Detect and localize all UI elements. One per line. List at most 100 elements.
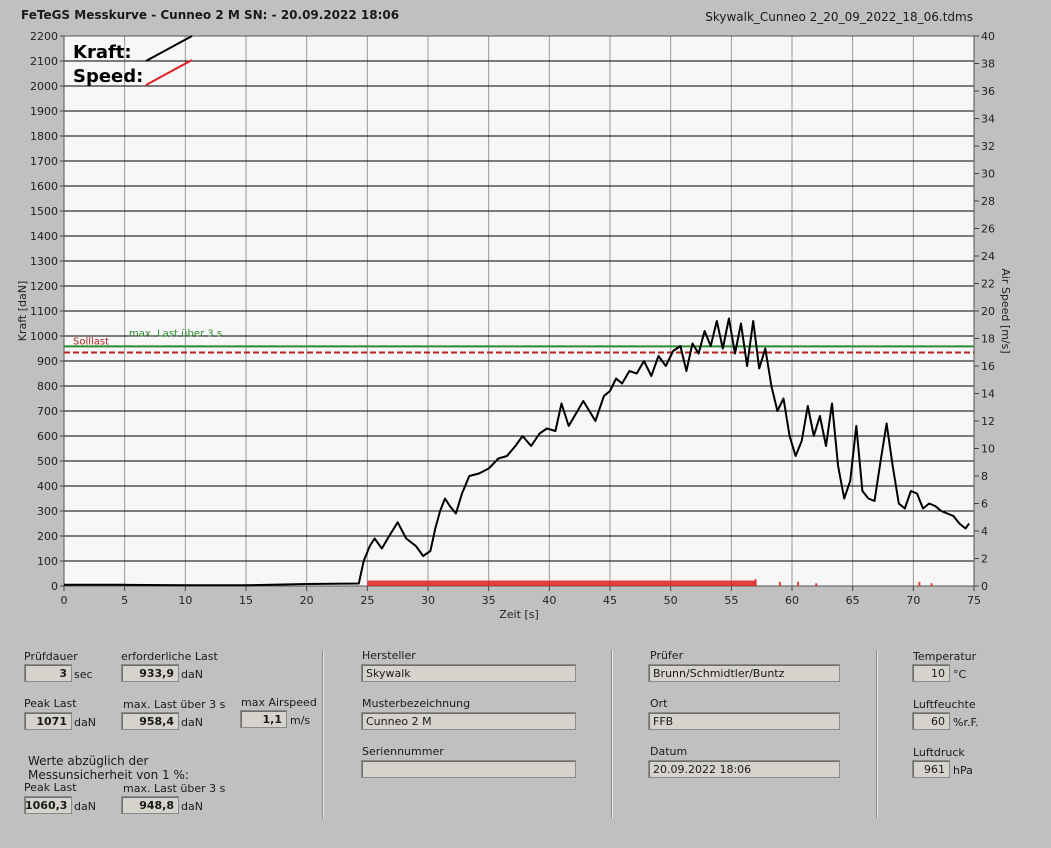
legend-label: Kraft: [73, 42, 132, 63]
x-tick-label: 50 [664, 594, 678, 607]
x-tick-label: 0 [61, 594, 68, 607]
pruefer-field: Brunn/Schmidtler/Buntz [648, 664, 840, 682]
x-tick-label: 65 [846, 594, 860, 607]
datum-field: 20.09.2022 18:06 [648, 760, 840, 778]
luftfeuchte-unit: %r.F. [953, 716, 979, 729]
y-left-tick-label: 500 [37, 455, 58, 468]
divider [322, 650, 324, 818]
hersteller-label: Hersteller [362, 649, 416, 662]
max-airspeed-label: max Airspeed [241, 696, 317, 709]
speed-mark [815, 583, 818, 586]
pruefdauer-field: 3 [24, 664, 72, 682]
note-line1: Werte abzüglich der [28, 754, 149, 768]
y-left-tick-label: 2100 [30, 55, 58, 68]
y-left-tick-label: 1800 [30, 130, 58, 143]
peak-last-label: Peak Last [24, 697, 77, 710]
ort-field: FFB [648, 712, 840, 730]
y-right-tick-label: 14 [981, 388, 995, 401]
y-left-tick-label: 100 [37, 555, 58, 568]
max-last-unit: daN [181, 716, 203, 729]
y-right-tick-label: 32 [981, 140, 995, 153]
y-left-tick-label: 400 [37, 480, 58, 493]
x-tick-label: 15 [239, 594, 253, 607]
speed-mark [778, 581, 781, 586]
y-left-tick-label: 1900 [30, 105, 58, 118]
note-line2: Messunsicherheit von 1 %: [28, 768, 189, 782]
y-right-tick-label: 18 [981, 333, 995, 346]
y-right-tick-label: 6 [981, 498, 988, 511]
y-right-tick-label: 8 [981, 470, 988, 483]
peak-last2-unit: daN [74, 800, 96, 813]
luftdruck-field: 961 [912, 760, 950, 778]
max-airspeed-unit: m/s [290, 714, 311, 727]
datum-label: Datum [650, 745, 688, 758]
hersteller-field: Skywalk [361, 664, 576, 682]
x-tick-label: 75 [967, 594, 981, 607]
temperatur-unit: °C [953, 668, 967, 681]
erf-last-label: erforderliche Last [121, 650, 218, 663]
x-tick-label: 10 [178, 594, 192, 607]
erf-last-unit: daN [181, 668, 203, 681]
speed-mark [918, 581, 921, 586]
erf-last-field: 933,9 [121, 664, 179, 682]
speed-mark [797, 581, 800, 586]
y-left-tick-label: 200 [37, 530, 58, 543]
ort-label: Ort [650, 697, 668, 710]
y-right-tick-label: 38 [981, 58, 995, 71]
max-last-field: 958,4 [121, 712, 179, 730]
y-right-tick-label: 10 [981, 443, 995, 456]
luftfeuchte-label: Luftfeuchte [913, 698, 976, 711]
y-left-tick-label: 600 [37, 430, 58, 443]
y-left-tick-label: 1600 [30, 180, 58, 193]
serie-field [361, 760, 576, 778]
x-tick-label: 55 [724, 594, 738, 607]
y-right-tick-label: 2 [981, 553, 988, 566]
divider [611, 650, 613, 818]
y-right-tick-label: 34 [981, 113, 995, 126]
peak-last-unit: daN [74, 716, 96, 729]
luftdruck-label: Luftdruck [913, 746, 965, 759]
y-left-tick-label: 0 [51, 580, 58, 593]
muster-field: Cunneo 2 M [361, 712, 576, 730]
y-left-tick-label: 1000 [30, 330, 58, 343]
y-left-tick-label: 800 [37, 380, 58, 393]
temperatur-field: 10 [912, 664, 950, 682]
y-right-tick-label: 20 [981, 305, 995, 318]
y-left-tick-label: 1200 [30, 280, 58, 293]
y-left-tick-label: 1300 [30, 255, 58, 268]
y-right-tick-label: 36 [981, 85, 995, 98]
luftdruck-unit: hPa [953, 764, 973, 777]
y-right-tick-label: 16 [981, 360, 995, 373]
serie-label: Seriennummer [362, 745, 444, 758]
max-last2-label: max. Last über 3 s [123, 782, 226, 795]
peak-last2-label: Peak Last [24, 781, 77, 794]
max-last2-field: 948,8 [121, 796, 179, 814]
y-left-tick-label: 1400 [30, 230, 58, 243]
y-left-tick-label: 1500 [30, 205, 58, 218]
y-left-tick-label: 2000 [30, 80, 58, 93]
x-tick-label: 35 [482, 594, 496, 607]
luftfeuchte-field: 60 [912, 712, 950, 730]
y-left-tick-label: 2200 [30, 30, 58, 43]
pruefdauer-label: Prüfdauer [24, 650, 78, 663]
y-right-tick-label: 40 [981, 30, 995, 43]
y-left-tick-label: 900 [37, 355, 58, 368]
y-right-tick-label: 12 [981, 415, 995, 428]
measurement-chart: 0 5 10 15 20 25 30 35 40 45 50 55 60 65 70 750100200300… [16, 30, 1012, 621]
divider [876, 650, 878, 818]
x-tick-label: 20 [300, 594, 314, 607]
speed-mark [754, 579, 757, 586]
y-right-tick-label: 24 [981, 250, 995, 263]
y-left-tick-label: 700 [37, 405, 58, 418]
pruefer-label: Prüfer [650, 649, 684, 662]
y-right-axis-label: Air Speed [m/s] [999, 268, 1012, 353]
y-right-tick-label: 30 [981, 168, 995, 181]
y-left-tick-label: 1100 [30, 305, 58, 318]
y-right-tick-label: 26 [981, 223, 995, 236]
speed-mark [367, 580, 756, 586]
y-left-axis-label: Kraft [daN] [16, 281, 29, 342]
y-left-tick-label: 1700 [30, 155, 58, 168]
temperatur-label: Temperatur [913, 650, 977, 663]
y-right-tick-label: 22 [981, 278, 995, 291]
reference-line-label: max. Last über 3 s [129, 328, 222, 339]
